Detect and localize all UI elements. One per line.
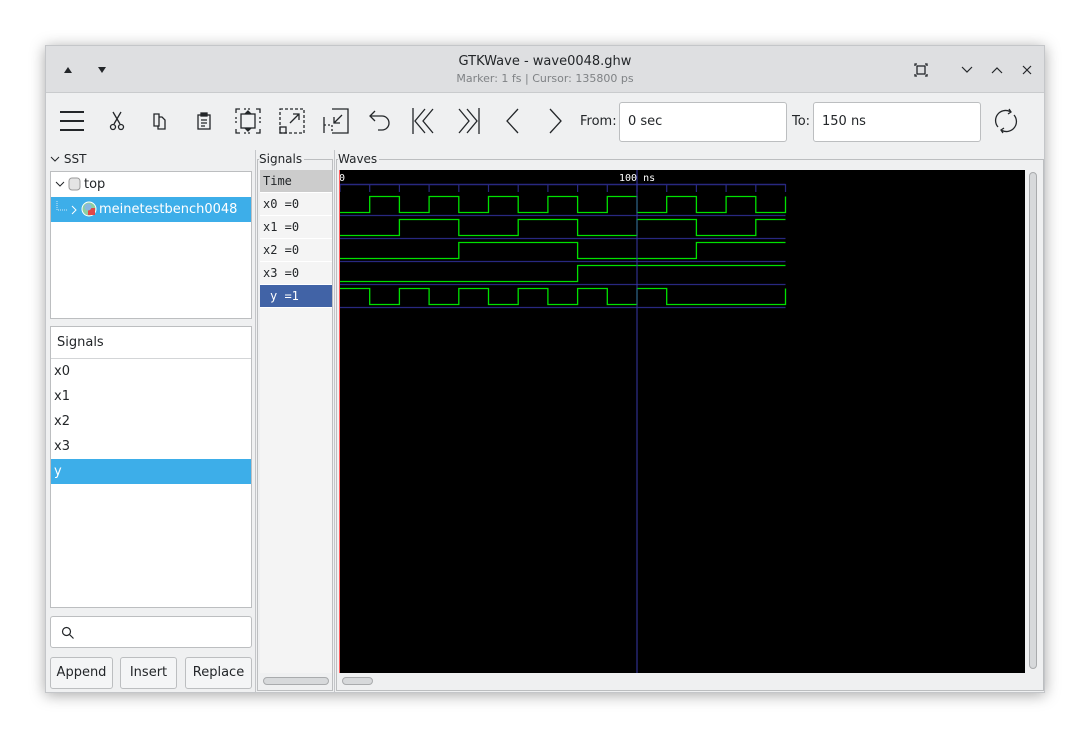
copy-button[interactable]: [143, 104, 177, 138]
zoom-in-icon: [279, 108, 305, 134]
close-button[interactable]: [1015, 58, 1039, 82]
waves-vertical-scrollbar[interactable]: [1029, 172, 1037, 669]
jump-end-button[interactable]: [451, 104, 485, 138]
zoom-in-button[interactable]: [275, 104, 309, 138]
waveform-x1: [340, 218, 786, 237]
chevron-down-icon: [50, 156, 60, 162]
close-icon: [1022, 65, 1032, 75]
signal-item-x0[interactable]: x0: [51, 359, 251, 384]
append-button[interactable]: Append: [50, 657, 113, 689]
reload-icon: [994, 108, 1018, 134]
chevron-up-icon: [991, 67, 1003, 74]
tree-item-label: meinetestbench0048: [99, 202, 238, 217]
signal-row-x2[interactable]: x2 =0: [260, 239, 332, 262]
next-button[interactable]: [539, 104, 573, 138]
undo-icon: [369, 110, 390, 131]
signals-horizontal-scrollbar[interactable]: [263, 677, 329, 685]
minimize-button[interactable]: [955, 58, 979, 82]
replace-button[interactable]: Replace: [185, 657, 252, 689]
waveform-x0: [340, 195, 787, 214]
toolbar: From: 0 sec To: 150 ns: [46, 93, 1044, 151]
signal-item-x2[interactable]: x2: [51, 409, 251, 434]
signal-search-input[interactable]: [50, 616, 252, 648]
menu-button[interactable]: [55, 104, 89, 138]
chevron-right-icon[interactable]: [71, 205, 78, 215]
menu-icon: [60, 111, 84, 131]
waves-panel-title: Waves: [338, 152, 380, 166]
signal-names: Time x0 =0 x1 =0 x2 =0 x3 =0 y =1: [260, 170, 332, 673]
testbench-icon: [81, 201, 97, 217]
chevron-down-icon[interactable]: [55, 181, 65, 188]
jump-start-button[interactable]: [407, 104, 441, 138]
from-label: From:: [580, 114, 617, 129]
from-input[interactable]: 0 sec: [619, 102, 787, 142]
insert-button[interactable]: Insert: [120, 657, 177, 689]
previous-button[interactable]: [495, 104, 529, 138]
tree-line: [56, 201, 67, 211]
cut-button[interactable]: [100, 104, 134, 138]
zoom-fit-icon: [235, 108, 261, 134]
fullscreen-icon: [914, 63, 928, 77]
waveform-x2: [340, 241, 786, 260]
search-icon: [61, 626, 74, 639]
signals-panel-title: Signals: [259, 152, 305, 166]
undo-button[interactable]: [363, 104, 397, 138]
chevron-down-icon: [961, 66, 973, 73]
paste-icon: [197, 112, 211, 130]
tree-item-label: top: [84, 177, 106, 192]
zoom-out-button[interactable]: [319, 104, 353, 138]
pane-divider[interactable]: [334, 150, 335, 693]
window-title: GTKWave - wave0048.ghw: [458, 54, 632, 69]
paste-button[interactable]: [187, 104, 221, 138]
signal-row-x3[interactable]: x3 =0: [260, 262, 332, 285]
copy-icon: [153, 113, 166, 130]
sst-signal-list: Signals x0 x1 x2 x3 y: [50, 326, 252, 608]
maximize-button[interactable]: [985, 58, 1009, 82]
chevron-right-icon: [549, 108, 562, 134]
signal-row-x1[interactable]: x1 =0: [260, 216, 332, 239]
sst-tree: top meinetestbench0048: [50, 171, 252, 319]
signal-row-x0[interactable]: x0 =0: [260, 193, 332, 216]
signal-row-y[interactable]: y =1: [260, 285, 332, 308]
fullscreen-button[interactable]: [909, 58, 933, 82]
gtkwave-window: GTKWave - wave0048.ghw Marker: 1 fs | Cu…: [45, 45, 1045, 693]
sst-expander[interactable]: SST: [50, 152, 86, 166]
waveform-y: [340, 287, 787, 306]
chevron-left-icon: [506, 108, 519, 134]
cut-icon: [109, 111, 125, 131]
window-subtitle: Marker: 1 fs | Cursor: 135800 ps: [456, 72, 634, 85]
time-row: Time: [260, 170, 332, 193]
signal-item-y[interactable]: y: [51, 459, 251, 484]
tree-item-top[interactable]: top: [51, 172, 251, 197]
wave-canvas[interactable]: 0 100 ns: [339, 170, 1025, 673]
jump-end-icon: [458, 108, 480, 134]
module-icon: [68, 177, 81, 191]
title-bar: GTKWave - wave0048.ghw Marker: 1 fs | Cu…: [46, 46, 1044, 93]
to-input[interactable]: 150 ns: [813, 102, 981, 142]
signals-column-header[interactable]: Signals: [51, 327, 251, 359]
zoom-out-icon: [323, 108, 349, 134]
jump-start-icon: [412, 108, 434, 134]
pane-divider[interactable]: [255, 150, 256, 693]
to-label: To:: [792, 114, 811, 129]
waves-horizontal-scrollbar[interactable]: [342, 677, 373, 685]
zoom-fit-button[interactable]: [231, 104, 265, 138]
tree-item-meinetestbench0048[interactable]: meinetestbench0048: [51, 197, 251, 222]
reload-button[interactable]: [989, 104, 1023, 138]
signal-item-x3[interactable]: x3: [51, 434, 251, 459]
sst-label: SST: [63, 152, 87, 166]
waveform-x3: [340, 264, 786, 283]
signal-item-x1[interactable]: x1: [51, 384, 251, 409]
